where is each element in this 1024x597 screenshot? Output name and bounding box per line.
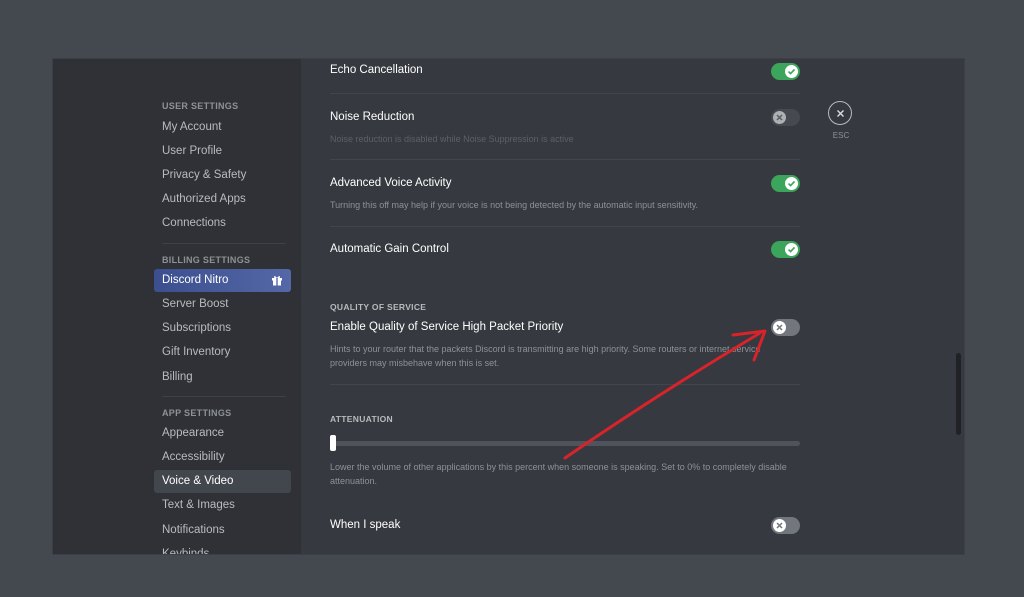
settings-window: USER SETTINGS My Account User Profile Pr… [53,59,964,554]
sidebar-item-privacy-safety[interactable]: Privacy & Safety [154,164,291,187]
noise-reduction-toggle[interactable] [771,109,800,126]
sidebar-item-billing[interactable]: Billing [154,366,291,389]
sidebar-item-authorized-apps[interactable]: Authorized Apps [154,188,291,211]
divider [330,226,800,227]
sidebar-item-my-account[interactable]: My Account [154,116,291,139]
x-icon [773,111,786,124]
advanced-voice-activity-toggle[interactable] [771,175,800,192]
close-icon [836,109,844,117]
automatic-gain-control-toggle[interactable] [771,241,800,258]
attenuation-slider-handle[interactable] [330,435,336,451]
sidebar-item-keybinds[interactable]: Keybinds [154,543,291,554]
esc-label: ESC [832,131,850,140]
sidebar-item-discord-nitro[interactable]: Discord Nitro [154,269,291,292]
scrollbar[interactable] [956,353,961,435]
sidebar-divider [162,396,286,397]
advanced-voice-activity-description: Turning this off may help if your voice … [330,200,699,210]
echo-cancellation-title: Echo Cancellation [330,64,423,76]
attenuation-description: Lower the volume of other applications b… [330,462,787,486]
sidebar-item-server-boost[interactable]: Server Boost [154,293,291,316]
qos-title: Enable Quality of Service High Packet Pr… [330,321,564,333]
divider [330,384,800,385]
sidebar-item-user-profile[interactable]: User Profile [154,140,291,163]
sidebar-item-subscriptions[interactable]: Subscriptions [154,317,291,340]
when-i-speak-toggle[interactable] [771,517,800,534]
quality-of-service-header: QUALITY OF SERVICE [330,302,427,312]
sidebar-item-text-images[interactable]: Text & Images [154,494,291,517]
noise-reduction-description: Noise reduction is disabled while Noise … [330,134,574,144]
sidebar-item-accessibility[interactable]: Accessibility [154,446,291,469]
sidebar-item-label: Discord Nitro [162,274,229,286]
close-button[interactable] [828,101,852,125]
when-i-speak-title: When I speak [330,519,401,531]
gift-icon [272,276,282,286]
check-icon [785,177,798,190]
advanced-voice-activity-title: Advanced Voice Activity [330,177,452,189]
divider [330,93,800,94]
sidebar-item-connections[interactable]: Connections [154,212,291,235]
attenuation-header: ATTENUATION [330,414,393,424]
x-icon [773,519,786,532]
noise-reduction-title: Noise Reduction [330,111,415,123]
divider [330,159,800,160]
qos-toggle[interactable] [771,319,800,336]
qos-description: Hints to your router that the packets Di… [330,344,761,368]
sidebar-item-voice-video[interactable]: Voice & Video [154,470,291,493]
settings-sidebar: USER SETTINGS My Account User Profile Pr… [53,59,301,554]
x-icon [773,321,786,334]
echo-cancellation-toggle[interactable] [771,63,800,80]
app-settings-header: APP SETTINGS [162,408,232,418]
sidebar-item-notifications[interactable]: Notifications [154,519,291,542]
user-settings-header: USER SETTINGS [162,101,239,111]
sidebar-item-appearance[interactable]: Appearance [154,422,291,445]
check-icon [785,65,798,78]
check-icon [785,243,798,256]
automatic-gain-control-title: Automatic Gain Control [330,243,449,255]
voice-video-settings: Echo Cancellation Noise Reduction Noise … [301,59,964,554]
attenuation-slider-track[interactable] [330,441,800,446]
sidebar-divider [162,243,286,244]
billing-settings-header: BILLING SETTINGS [162,255,251,265]
sidebar-item-gift-inventory[interactable]: Gift Inventory [154,341,291,364]
